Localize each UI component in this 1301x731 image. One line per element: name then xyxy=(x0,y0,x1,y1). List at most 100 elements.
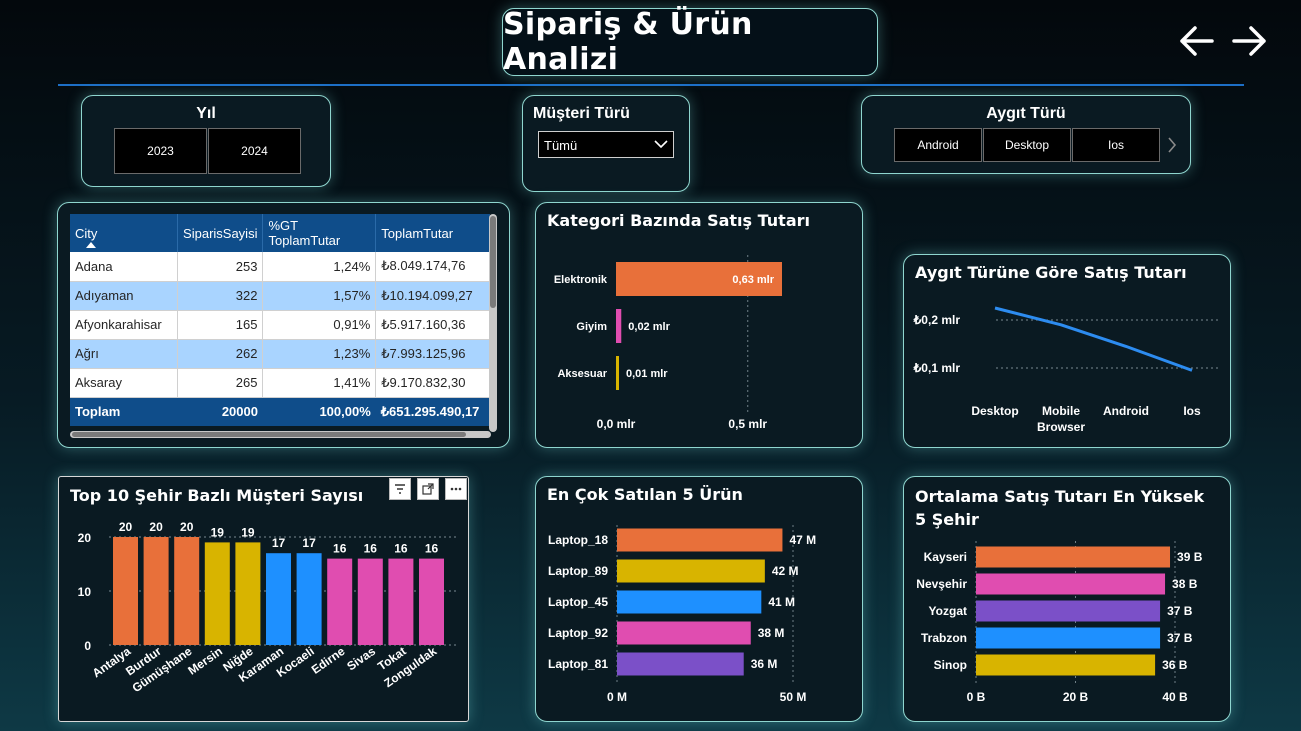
year-slicer-title: Yıl xyxy=(196,105,216,122)
table-cell-city: Adana xyxy=(70,252,178,282)
data-label: 20 xyxy=(180,520,194,534)
chevron-right-icon[interactable] xyxy=(1167,136,1177,154)
table-cell-gt: 1,23% xyxy=(262,339,376,369)
category-sales-chart: Elektronik 0,63 mlr Giyim 0,02 mlr Aksesuar 0… xyxy=(554,255,782,431)
bar xyxy=(357,558,383,645)
horizontal-scrollbar[interactable] xyxy=(70,431,491,438)
column-header-toplamtutar[interactable]: ToplamTutar xyxy=(375,214,490,252)
x-tick-label: Mersin xyxy=(185,644,225,678)
table-cell-siparis: 262 xyxy=(177,339,263,369)
table-cell-toplamtutar: ₺7.993.125,96 xyxy=(375,339,490,369)
bar xyxy=(976,573,1166,595)
arrow-right-icon[interactable] xyxy=(1232,24,1268,58)
category-label: Laptop_89 xyxy=(548,564,608,578)
bar xyxy=(174,537,200,645)
data-label: 16 xyxy=(364,542,378,556)
horizontal-scrollbar-thumb[interactable] xyxy=(72,432,466,437)
bar xyxy=(617,652,744,676)
bar xyxy=(266,553,291,645)
device-sales-chart: ₺0,2 mlr ₺0,1 mlr Desktop Mobile Browser Andr… xyxy=(913,306,1218,434)
y-tick-label: 10 xyxy=(78,585,92,599)
data-label: 37 B xyxy=(1167,631,1193,645)
x-tick-label: Antalya xyxy=(90,644,134,681)
city-table: City SiparisSayisi %GT ToplamTutar Topla… xyxy=(70,214,490,426)
column-header-city[interactable]: City xyxy=(70,214,178,252)
data-label: 16 xyxy=(333,542,347,556)
device-option-ios[interactable]: Ios xyxy=(1072,128,1160,162)
x-tick-label: Android xyxy=(1103,404,1149,418)
device-option-android[interactable]: Android xyxy=(894,128,982,162)
device-option-desktop[interactable]: Desktop xyxy=(983,128,1071,162)
table-row[interactable]: Adıyaman 322 1,57% ₺10.194.099,27 xyxy=(70,281,490,311)
category-sales-card: Kategori Bazında Satış Tutarı Elektronik… xyxy=(535,202,863,448)
bar xyxy=(976,654,1156,676)
data-label: 0,02 mlr xyxy=(628,321,670,333)
x-tick-label: Sivas xyxy=(344,644,378,674)
top5-products-card: En Çok Satılan 5 Ürün Laptop_18 47 M Lapto… xyxy=(535,476,863,722)
x-tick-label: 0 B xyxy=(967,690,986,704)
category-label: Laptop_18 xyxy=(548,533,608,547)
bar xyxy=(617,528,783,552)
y-tick-label: ₺0,1 mlr xyxy=(913,361,961,375)
data-label: 38 M xyxy=(758,626,785,640)
data-label: 19 xyxy=(241,525,255,539)
data-label: 37 B xyxy=(1167,604,1193,618)
table-cell-gt: 1,57% xyxy=(262,281,376,311)
y-tick-label: 0 xyxy=(84,639,91,653)
top5-products-chart: Laptop_18 47 M Laptop_89 42 M Laptop_45 41 M L… xyxy=(548,525,816,704)
column-header-gt-toplamtutar[interactable]: %GT ToplamTutar xyxy=(262,214,376,252)
top10-city-card: Top 10 Şehir Bazlı Müşteri Sayısı 20 10 0 2… xyxy=(58,476,469,722)
data-label: 16 xyxy=(425,542,439,556)
table-total-row: Toplam 20000 100,00% ₺651.295.490,17 xyxy=(70,397,490,426)
data-label: 20 xyxy=(149,520,163,534)
table-row[interactable]: Aksaray 265 1,41% ₺9.170.832,30 xyxy=(70,368,490,398)
x-tick-label: 0,5 mlr xyxy=(728,417,767,431)
category-label: Sinop xyxy=(934,658,967,672)
bar xyxy=(204,542,230,645)
total-toplamtutar: ₺651.295.490,17 xyxy=(380,403,480,419)
category-label: Elektronik xyxy=(554,274,608,286)
category-label: Laptop_81 xyxy=(548,657,608,671)
year-option-2024[interactable]: 2024 xyxy=(208,128,301,174)
y-tick-label: 20 xyxy=(78,531,92,545)
data-label: 19 xyxy=(211,525,225,539)
table-row[interactable]: Afyonkarahisar 165 0,91% ₺5.917.160,36 xyxy=(70,310,490,340)
data-label: 16 xyxy=(394,542,408,556)
bar xyxy=(388,558,414,645)
table-cell-toplamtutar: ₺9.170.832,30 xyxy=(375,368,490,398)
bar xyxy=(976,546,1171,568)
bar xyxy=(976,600,1161,622)
arrow-left-icon[interactable] xyxy=(1178,24,1214,58)
table-cell-gt: 1,24% xyxy=(262,252,376,282)
vertical-scrollbar-thumb[interactable] xyxy=(490,216,496,308)
year-option-2023[interactable]: 2023 xyxy=(114,128,207,174)
total-gt: 100,00% xyxy=(319,404,371,420)
table-row[interactable]: Adana 253 1,24% ₺8.049.174,76 xyxy=(70,252,490,282)
data-label: 38 B xyxy=(1172,577,1198,591)
customer-type-slicer: Müşteri Türü Tümü xyxy=(522,95,690,192)
category-label: Nevşehir xyxy=(916,577,967,591)
data-label: 41 M xyxy=(768,595,795,609)
table-cell-siparis: 165 xyxy=(177,310,263,340)
chevron-down-icon xyxy=(654,140,668,149)
table-cell-toplamtutar: ₺8.049.174,76 xyxy=(375,252,490,282)
column-header-siparissayisi[interactable]: SiparisSayisi xyxy=(177,214,263,252)
category-label: Aksesuar xyxy=(557,368,607,380)
bar xyxy=(113,537,138,645)
bar xyxy=(617,621,751,645)
vertical-scrollbar[interactable] xyxy=(489,214,497,432)
table-cell-gt: 0,91% xyxy=(262,310,376,340)
sort-ascending-icon xyxy=(86,242,96,248)
table-cell-city: Afyonkarahisar xyxy=(70,310,178,340)
data-label: 36 B xyxy=(1162,658,1188,672)
y-tick-label: ₺0,2 mlr xyxy=(913,313,961,327)
device-type-slicer: Aygıt Türü Android Desktop Ios xyxy=(861,95,1191,174)
table-cell-city: Aksaray xyxy=(70,368,178,398)
table-cell-gt: 1,41% xyxy=(262,368,376,398)
table-cell-city: Ağrı xyxy=(70,339,178,369)
table-row[interactable]: Ağrı 262 1,23% ₺7.993.125,96 xyxy=(70,339,490,369)
data-label: 39 B xyxy=(1177,550,1203,564)
data-label: 20 xyxy=(119,520,133,534)
device-type-title: Aygıt Türü xyxy=(986,105,1066,122)
customer-type-dropdown[interactable]: Tümü xyxy=(538,131,674,158)
